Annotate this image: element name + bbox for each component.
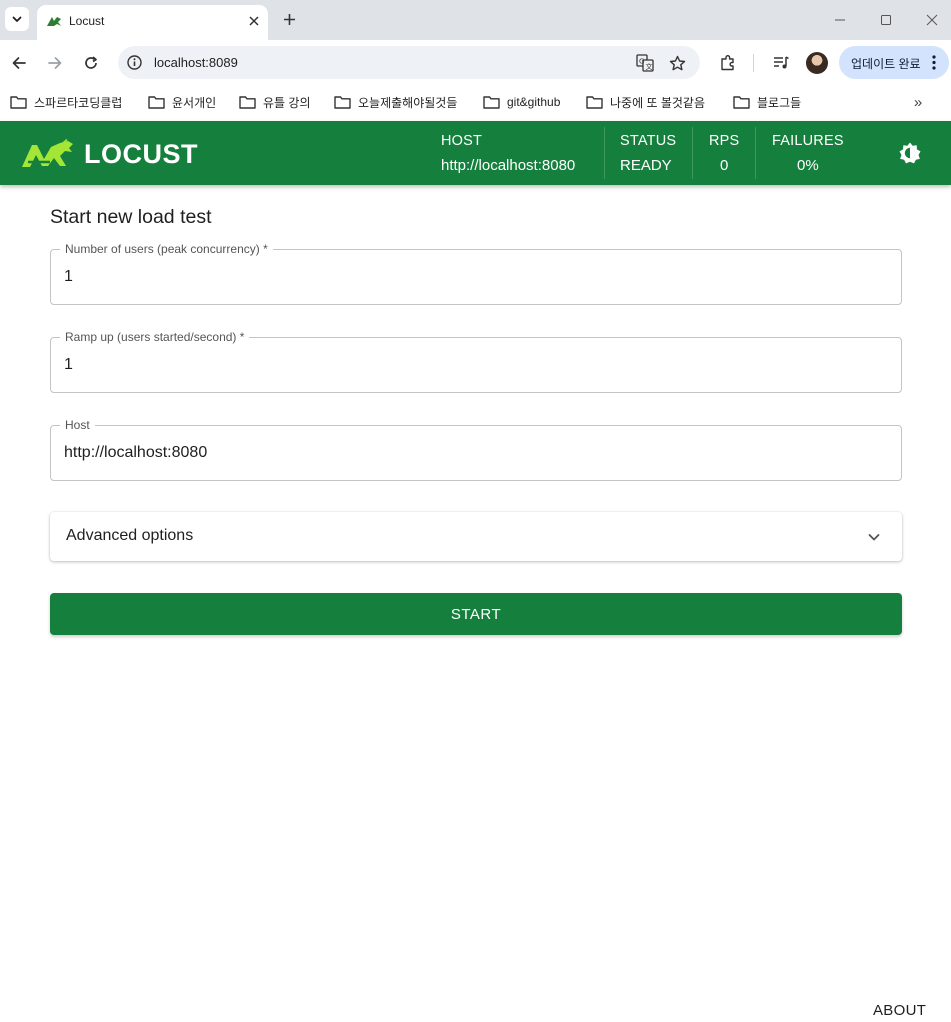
tab-title: Locust — [69, 14, 105, 28]
forward-icon[interactable] — [44, 52, 66, 74]
host-field-label: Host — [60, 418, 95, 432]
app-header: LOCUST HOST http://localhost:8080 STATUS… — [0, 121, 951, 185]
extensions-icon[interactable] — [717, 52, 739, 74]
failures-stat-label: FAILURES — [772, 133, 844, 149]
bookmark-folder[interactable]: 오늘제출해야될것들 — [334, 92, 457, 112]
new-tab-icon[interactable] — [279, 9, 299, 29]
folder-icon — [733, 96, 750, 109]
users-field[interactable]: Number of users (peak concurrency) * 1 — [50, 242, 902, 305]
folder-icon — [334, 96, 351, 109]
folder-icon — [10, 96, 27, 109]
status-stat-value: READY — [620, 157, 672, 174]
advanced-options-label: Advanced options — [66, 527, 194, 544]
svg-text:文: 文 — [646, 62, 653, 71]
bookmark-label: 오늘제출해야될것들 — [358, 95, 458, 110]
start-button[interactable]: START — [50, 593, 902, 635]
svg-text:G: G — [639, 58, 644, 66]
bookmark-folder[interactable]: 블로그들 — [733, 92, 801, 112]
host-input[interactable]: http://localhost:8080 — [64, 444, 207, 462]
bookmark-label: git&github — [507, 95, 561, 109]
users-field-label: Number of users (peak concurrency) * — [60, 242, 273, 256]
translate-icon[interactable]: G文 — [635, 53, 655, 73]
update-button-label: 업데이트 완료 — [851, 57, 921, 71]
status-stat: STATUS READY — [620, 121, 690, 185]
expand-chevron-icon — [863, 526, 885, 548]
reload-icon[interactable] — [80, 52, 102, 74]
profile-avatar[interactable] — [806, 52, 828, 74]
rps-stat-value: 0 — [720, 157, 729, 174]
locust-favicon-icon — [47, 17, 61, 26]
bookmark-label: 나중에 또 볼것같음 — [610, 95, 705, 110]
media-controls-icon[interactable] — [770, 52, 792, 74]
maximize-icon[interactable] — [876, 10, 896, 30]
bookmark-label: 스파르타코딩클럽 — [34, 95, 123, 110]
info-icon[interactable] — [126, 54, 143, 71]
bookmark-label: 유틀 강의 — [263, 95, 311, 110]
folder-icon — [483, 96, 500, 109]
bookmark-star-icon[interactable] — [667, 53, 687, 73]
host-stat-value: http://localhost:8080 — [441, 157, 576, 174]
stat-divider — [604, 127, 605, 179]
host-stat-label: HOST — [441, 133, 483, 149]
update-button[interactable]: 업데이트 완료 — [839, 46, 949, 79]
bookmark-label: 블로그들 — [757, 95, 802, 110]
folder-icon — [586, 96, 603, 109]
stat-divider — [755, 127, 756, 179]
folder-icon — [239, 96, 256, 109]
browser-toolbar: localhost:8089 G文 업데이트 완료 — [0, 40, 951, 86]
locust-logo-icon — [22, 139, 73, 167]
folder-icon — [148, 96, 165, 109]
bookmarks-bar: 스파르타코딩클럽 윤서개인 유틀 강의 오늘제출해야될것들 git&github… — [0, 86, 951, 120]
tab-search-button[interactable] — [5, 7, 29, 31]
url-text: localhost:8089 — [154, 55, 238, 70]
back-icon[interactable] — [8, 52, 30, 74]
address-bar[interactable]: localhost:8089 G文 — [118, 46, 700, 79]
bookmark-label: 윤서개인 — [172, 95, 217, 110]
failures-stat-value: 0% — [797, 157, 819, 174]
page-title: Start new load test — [50, 206, 212, 228]
users-input[interactable]: 1 — [64, 268, 73, 286]
about-link[interactable]: ABOUT — [873, 1002, 926, 1019]
ramp-up-input[interactable]: 1 — [64, 356, 73, 374]
chevron-down-icon — [12, 16, 22, 22]
ramp-up-field[interactable]: Ramp up (users started/second) * 1 — [50, 330, 902, 393]
locust-logo[interactable]: LOCUST — [20, 137, 205, 171]
minimize-icon[interactable] — [830, 10, 850, 30]
failures-stat: FAILURES 0% — [772, 121, 852, 185]
rps-stat: RPS 0 — [709, 121, 739, 185]
bookmark-folder[interactable]: 스파르타코딩클럽 — [10, 92, 122, 112]
toolbar-divider — [753, 54, 754, 72]
host-stat: HOST http://localhost:8080 — [441, 121, 601, 185]
bookmark-folder[interactable]: git&github — [483, 92, 560, 112]
tab-close-icon[interactable] — [245, 12, 263, 30]
ramp-up-field-label: Ramp up (users started/second) * — [60, 330, 250, 344]
stat-divider — [692, 127, 693, 179]
bookmarks-overflow-button[interactable]: » — [908, 92, 928, 112]
more-vertical-icon — [932, 55, 936, 70]
status-stat-label: STATUS — [620, 133, 677, 149]
rps-stat-label: RPS — [709, 133, 740, 149]
browser-tab[interactable]: Locust — [37, 5, 268, 40]
brightness-icon — [899, 142, 921, 164]
bookmark-folder[interactable]: 유틀 강의 — [239, 92, 311, 112]
bookmark-folder[interactable]: 윤서개인 — [148, 92, 216, 112]
theme-toggle-button[interactable] — [897, 140, 923, 166]
advanced-options-accordion[interactable]: Advanced options — [50, 512, 902, 561]
host-field[interactable]: Host http://localhost:8080 — [50, 418, 902, 481]
tab-strip: Locust — [0, 0, 951, 40]
close-window-icon[interactable] — [922, 10, 942, 30]
bookmark-folder[interactable]: 나중에 또 볼것같음 — [586, 92, 705, 112]
brand-name: LOCUST — [84, 138, 198, 169]
